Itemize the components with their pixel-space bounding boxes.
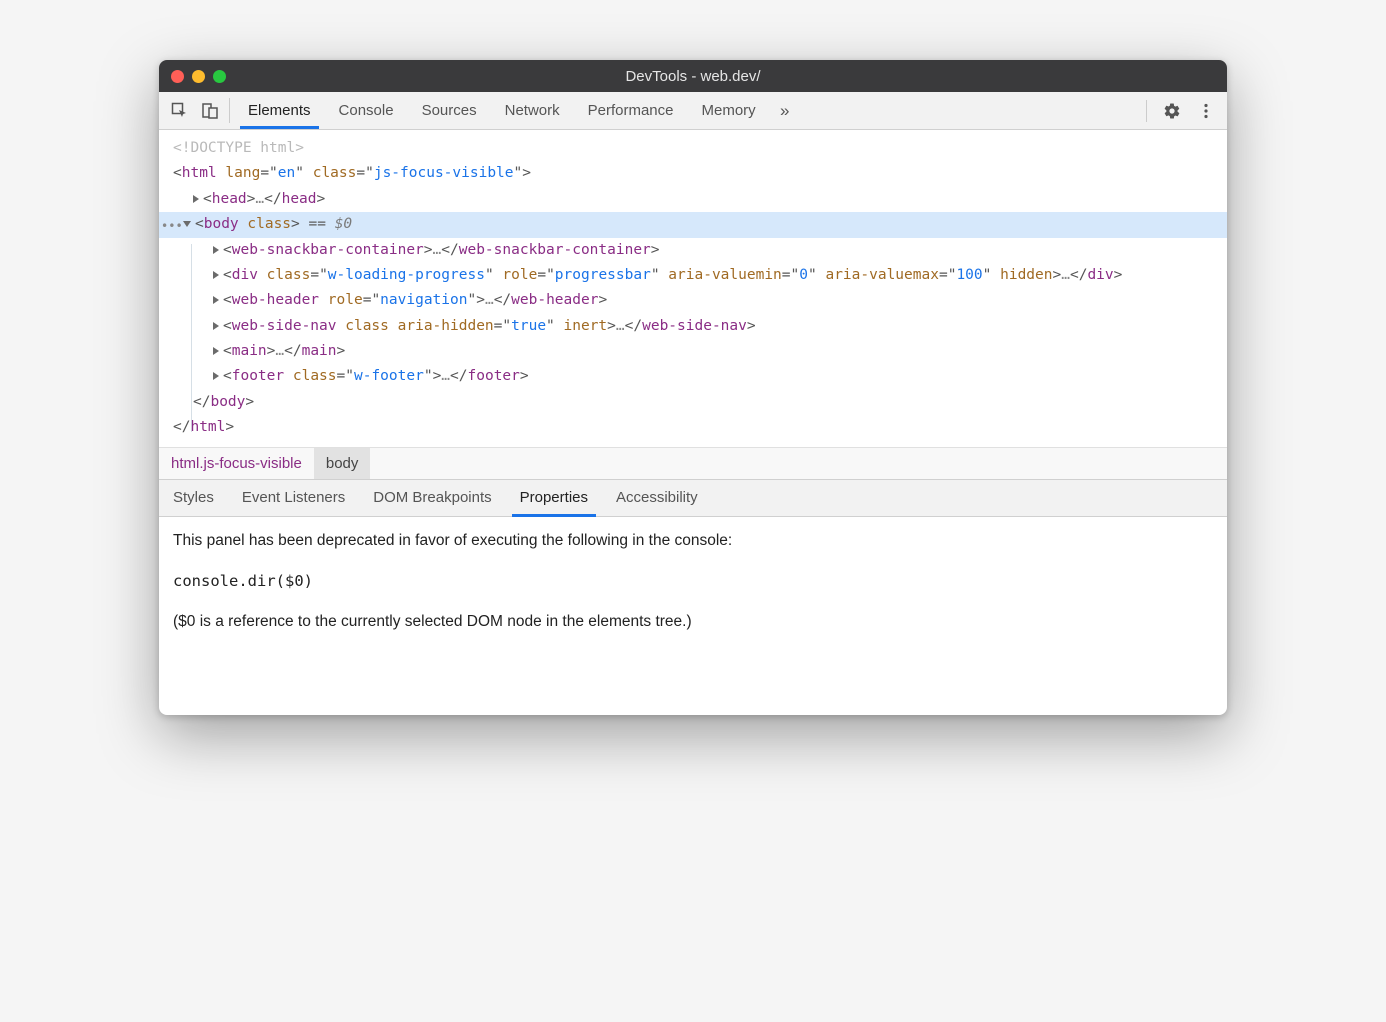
close-window-button[interactable] bbox=[171, 70, 184, 83]
dom-tree[interactable]: <!DOCTYPE html><html lang="en" class="js… bbox=[159, 130, 1227, 447]
kebab-menu-icon[interactable] bbox=[1191, 102, 1221, 120]
dom-child-web-header[interactable]: <web-header role="navigation">…</web-hea… bbox=[159, 288, 1227, 313]
tab-elements[interactable]: Elements bbox=[234, 92, 325, 129]
side-panel-tabs: StylesEvent ListenersDOM BreakpointsProp… bbox=[159, 479, 1227, 517]
properties-explainer-text: ($0 is a reference to the currently sele… bbox=[173, 610, 1213, 635]
tab-performance[interactable]: Performance bbox=[574, 92, 688, 129]
dom-doctype[interactable]: <!DOCTYPE html> bbox=[159, 136, 1227, 161]
dom-child-div[interactable]: <div class="w-loading-progress" role="pr… bbox=[159, 263, 1227, 288]
breadcrumb: html.js-focus-visiblebody bbox=[159, 447, 1227, 479]
toolbar-right-divider bbox=[1146, 100, 1147, 122]
dom-child-footer[interactable]: <footer class="w-footer">…</footer> bbox=[159, 364, 1227, 389]
side-tab-dom-breakpoints[interactable]: DOM Breakpoints bbox=[359, 480, 505, 516]
minimize-window-button[interactable] bbox=[192, 70, 205, 83]
dom-html-close[interactable]: </html> bbox=[159, 415, 1227, 440]
tab-console[interactable]: Console bbox=[325, 92, 408, 129]
properties-code-hint: console.dir($0) bbox=[173, 569, 1213, 594]
breadcrumb-item[interactable]: html.js-focus-visible bbox=[159, 448, 314, 479]
more-tabs-icon[interactable]: » bbox=[770, 92, 800, 129]
main-toolbar: ElementsConsoleSourcesNetworkPerformance… bbox=[159, 92, 1227, 130]
properties-deprecation-text: This panel has been deprecated in favor … bbox=[173, 529, 1213, 554]
side-tab-event-listeners[interactable]: Event Listeners bbox=[228, 480, 359, 516]
dom-child-web-snackbar-container[interactable]: <web-snackbar-container>…</web-snackbar-… bbox=[159, 238, 1227, 263]
dom-head[interactable]: <head>…</head> bbox=[159, 187, 1227, 212]
main-tabs: ElementsConsoleSourcesNetworkPerformance… bbox=[234, 92, 770, 129]
dom-html-open[interactable]: <html lang="en" class="js-focus-visible"… bbox=[159, 161, 1227, 186]
window-title: DevTools - web.dev/ bbox=[159, 68, 1227, 85]
breadcrumb-item[interactable]: body bbox=[314, 448, 371, 479]
tab-sources[interactable]: Sources bbox=[408, 92, 491, 129]
dom-child-web-side-nav[interactable]: <web-side-nav class aria-hidden="true" i… bbox=[159, 314, 1227, 339]
side-tab-styles[interactable]: Styles bbox=[159, 480, 228, 516]
properties-panel: This panel has been deprecated in favor … bbox=[159, 517, 1227, 715]
tab-memory[interactable]: Memory bbox=[688, 92, 770, 129]
device-toggle-icon[interactable] bbox=[195, 92, 225, 129]
side-tab-properties[interactable]: Properties bbox=[506, 480, 602, 516]
inspect-element-icon[interactable] bbox=[165, 92, 195, 129]
traffic-lights bbox=[171, 70, 226, 83]
toolbar-divider bbox=[229, 98, 230, 123]
dom-body-close[interactable]: </body> bbox=[159, 390, 1227, 415]
maximize-window-button[interactable] bbox=[213, 70, 226, 83]
dom-body-open[interactable]: •••<body class> == $0 bbox=[159, 212, 1227, 237]
devtools-window: DevTools - web.dev/ ElementsConsoleSourc… bbox=[159, 60, 1227, 715]
tab-network[interactable]: Network bbox=[491, 92, 574, 129]
settings-gear-icon[interactable] bbox=[1157, 102, 1187, 120]
dom-child-main[interactable]: <main>…</main> bbox=[159, 339, 1227, 364]
titlebar: DevTools - web.dev/ bbox=[159, 60, 1227, 92]
side-tab-accessibility[interactable]: Accessibility bbox=[602, 480, 712, 516]
